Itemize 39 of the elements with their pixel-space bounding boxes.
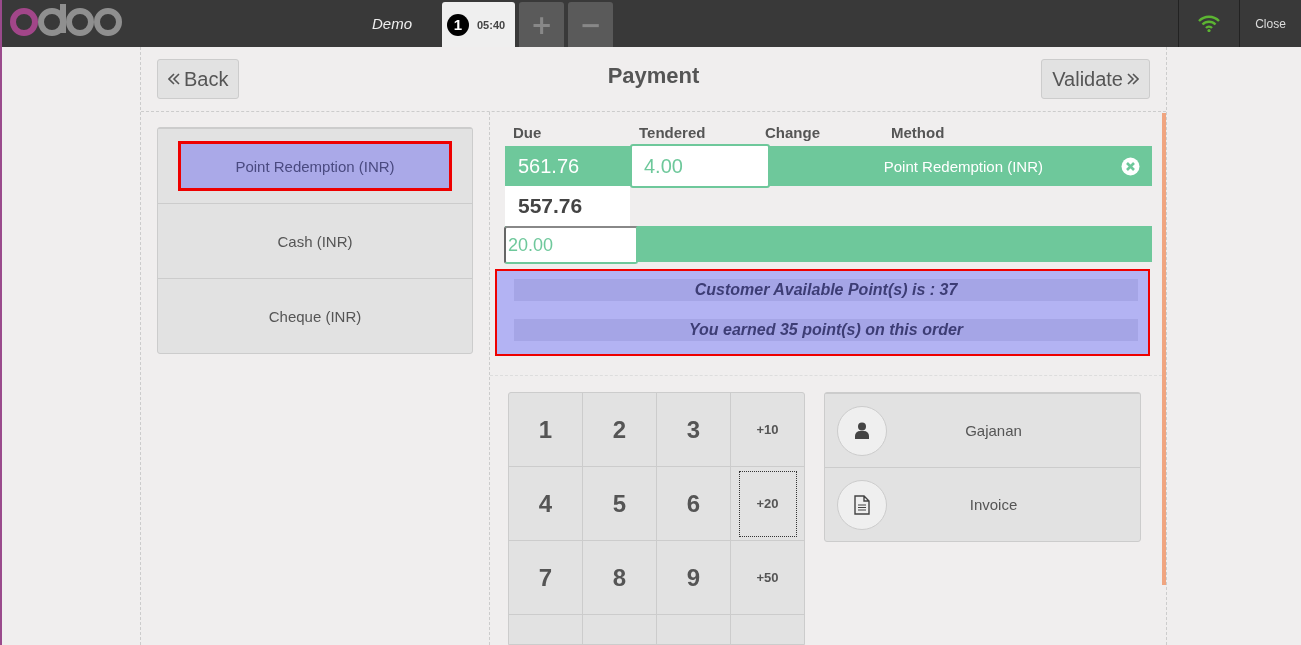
payment-method-button[interactable]: Cheque (INR) <box>158 279 472 353</box>
wifi-icon <box>1198 15 1220 32</box>
numpad-key[interactable]: 5 <box>583 467 656 540</box>
scrollbar[interactable] <box>1162 113 1166 585</box>
column-header: Method <box>890 123 946 141</box>
numpad-key[interactable]: 9 <box>657 541 730 614</box>
points-message: You earned 35 point(s) on this order <box>514 319 1138 341</box>
remaining-amount: 557.76 <box>505 186 630 226</box>
numpad-key[interactable]: 7 <box>509 541 582 614</box>
numpad-key[interactable]: +20 <box>731 467 804 540</box>
column-header: Due <box>512 123 543 141</box>
delete-icon[interactable] <box>1121 156 1140 176</box>
close-button[interactable]: Close <box>1239 0 1301 47</box>
numpad-key[interactable]: 8 <box>583 541 656 614</box>
chevrons-icon <box>1127 72 1139 86</box>
payment-method-button[interactable]: Point Redemption (INR) <box>178 141 452 191</box>
chevrons-icon <box>168 72 180 86</box>
method-name: Point Redemption (INR) <box>882 157 1044 175</box>
screen-title: Payment <box>607 63 700 88</box>
validate-button[interactable]: Validate <box>1041 59 1150 99</box>
user-name: Demo <box>372 15 413 32</box>
action-button[interactable]: Invoice <box>825 467 1140 541</box>
document-icon <box>854 494 870 515</box>
numpad-key[interactable]: 4 <box>509 467 582 540</box>
due-amount: 561.76 <box>517 154 581 178</box>
numpad-key[interactable]: 2 <box>583 393 656 466</box>
numpad-key[interactable]: 1 <box>509 393 582 466</box>
numpad-key[interactable]: +50 <box>731 541 804 614</box>
numpad-key[interactable]: 6 <box>657 467 730 540</box>
order-tab[interactable]: 1 05:40 <box>442 2 516 47</box>
numpad-key[interactable]: +10 <box>731 393 804 466</box>
points-message: Customer Available Point(s) is : 37 <box>514 279 1138 301</box>
person-icon <box>855 422 869 439</box>
back-button[interactable]: Back <box>157 59 240 99</box>
column-header: Change <box>764 123 821 141</box>
action-button[interactable]: Gajanan <box>825 393 1140 467</box>
column-header: Tendered <box>638 123 707 141</box>
payment-method-button[interactable]: Cash (INR) <box>158 204 472 278</box>
numpad-key[interactable]: 3 <box>657 393 730 466</box>
